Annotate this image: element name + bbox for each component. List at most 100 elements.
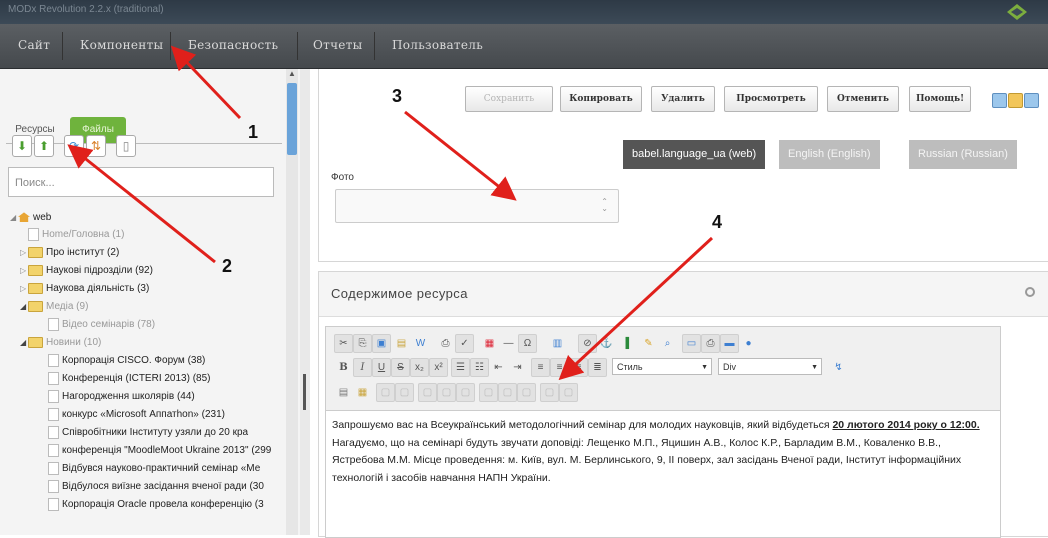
format-painter-icon[interactable]: ↯ — [829, 358, 848, 377]
menu-item-security[interactable]: Безопасность — [188, 38, 278, 52]
view-mode-icon[interactable] — [1024, 93, 1039, 108]
table-visual-icon[interactable]: ▢ — [559, 383, 578, 402]
numbered-list-icon[interactable]: ☷ — [470, 358, 489, 377]
language-tab-ua[interactable]: babel.language_ua (web) — [623, 140, 766, 169]
align-center-icon[interactable]: ≡ — [550, 358, 569, 377]
tree-node[interactable]: Співробітники Інституту узяли до 20 кра — [48, 425, 248, 441]
align-left-icon[interactable]: ≡ — [531, 358, 550, 377]
bullet-list-icon[interactable]: ☰ — [451, 358, 470, 377]
scroll-up-icon[interactable]: ▲ — [287, 69, 297, 81]
tree-node[interactable]: Відео семінарів (78) — [48, 317, 155, 333]
copy-button[interactable]: Копировать — [560, 86, 642, 112]
cancel-button[interactable]: Отменить — [827, 86, 899, 112]
tree-node[interactable]: Відбувся науково-практичний семінар «Ме — [48, 461, 260, 477]
cut-icon[interactable]: ✂ — [334, 334, 353, 353]
tree-node[interactable]: Корпорація CISCO. Форум (38) — [48, 353, 205, 369]
bold-icon[interactable]: B — [334, 358, 353, 377]
style-select[interactable]: Стиль ▼ — [612, 358, 712, 375]
delete-col-icon[interactable]: ▢ — [456, 383, 475, 402]
language-tab-english[interactable]: English (English) — [779, 140, 880, 169]
tree-node[interactable]: ▷ Наукова діяльність (3) — [20, 281, 149, 297]
tree-node[interactable]: ◢ Медіа (9) — [20, 299, 88, 315]
indent-icon[interactable]: ⇥ — [508, 358, 527, 377]
table-icon[interactable]: ▥ — [548, 334, 567, 353]
rich-text-editor[interactable]: ✂ ⎘ ▣ ▤ W ⎙ ✓ ▦ — Ω ▥ ⊘ ⚓ ▐ ✎ ⌕ ▭ ⎙ ▬ ● … — [325, 326, 1001, 538]
view-mode-icon[interactable] — [1008, 93, 1023, 108]
tree-search-input[interactable]: Поиск... — [8, 167, 274, 197]
pencil-icon[interactable]: ✎ — [639, 334, 658, 353]
copy-icon[interactable]: ⎘ — [353, 334, 372, 353]
cell-color-icon[interactable]: ▢ — [517, 383, 536, 402]
tree-node[interactable]: Відбулося виїзне засідання вченої ради (… — [48, 479, 264, 495]
tree-node[interactable]: конференція "MoodleMoot Ukraine 2013" (2… — [48, 443, 271, 459]
link-icon[interactable]: ⚓ — [597, 334, 616, 353]
outdent-icon[interactable]: ⇤ — [489, 358, 508, 377]
menu-item-reports[interactable]: Отчеты — [313, 38, 363, 52]
cell-props-icon[interactable]: ▢ — [376, 383, 395, 402]
language-tab-russian[interactable]: Russian (Russian) — [909, 140, 1017, 169]
menu-item-user[interactable]: Пользователь — [392, 38, 483, 52]
align-right-icon[interactable]: ≡ — [569, 358, 588, 377]
fullscreen-icon[interactable]: ▬ — [720, 334, 739, 353]
italic-icon[interactable]: I — [353, 358, 372, 377]
tree-node[interactable]: конкурс «Microsoft Аппатhon» (231) — [48, 407, 225, 423]
view-mode-icon[interactable] — [992, 93, 1007, 108]
editor-content[interactable]: Запрошуємо вас на Всеукраїнський методол… — [332, 417, 992, 487]
tree-node[interactable]: Нагородження школярів (44) — [48, 389, 195, 405]
underline-icon[interactable]: U — [372, 358, 391, 377]
collapse-tree-button[interactable]: ⬆ — [34, 135, 54, 157]
menu-item-components[interactable]: Компоненты — [80, 38, 163, 52]
align-justify-icon[interactable]: ≣ — [588, 358, 607, 377]
print-icon[interactable]: ⎙ — [436, 334, 455, 353]
menu-item-site[interactable]: Сайт — [18, 38, 50, 52]
merge-cell-icon[interactable]: ▢ — [498, 383, 517, 402]
help-button[interactable]: Помощь! — [909, 86, 971, 112]
panel-splitter[interactable] — [300, 69, 310, 535]
row-props-icon[interactable]: ▦ — [353, 383, 372, 402]
insert-row-icon[interactable]: ▢ — [395, 383, 414, 402]
table-props-icon[interactable]: ▤ — [334, 383, 353, 402]
page-icon — [48, 461, 59, 475]
view-button[interactable]: Просмотреть — [724, 86, 818, 112]
preview-icon[interactable]: ⎙ — [701, 334, 720, 353]
foto-select[interactable]: ⌃ ⌄ — [335, 189, 619, 223]
tree-node[interactable]: ◢ Новини (10) — [20, 335, 101, 351]
search-icon[interactable]: ⌕ — [658, 334, 677, 353]
tree-node[interactable]: ▷ Наукові підрозділи (92) — [20, 263, 153, 279]
delete-row-icon[interactable]: ▢ — [418, 383, 437, 402]
superscript-icon[interactable]: x² — [429, 358, 448, 377]
paste-word-icon[interactable]: W — [411, 334, 430, 353]
table-border-icon[interactable]: ▢ — [540, 383, 559, 402]
save-button[interactable]: Сохранить — [465, 86, 553, 112]
delete-button[interactable]: Удалить — [651, 86, 715, 112]
sort-tree-button[interactable]: ⇅ — [86, 135, 106, 157]
anchor-icon[interactable]: ▐ — [616, 334, 635, 353]
template-icon[interactable]: ▭ — [682, 334, 701, 353]
tree-node[interactable]: Корпорація Oracle провела конференцію (3 — [48, 497, 264, 513]
refresh-tree-button[interactable]: ⟳ — [64, 135, 84, 157]
trash-button[interactable]: ▯ — [116, 135, 136, 157]
tree-node-web[interactable]: ◢ web — [10, 210, 51, 226]
help-icon[interactable]: ● — [739, 334, 758, 353]
special-char-icon[interactable]: Ω — [518, 334, 537, 353]
paste-icon[interactable]: ▣ — [372, 334, 391, 353]
unlink-icon[interactable]: ⊘ — [578, 334, 597, 353]
paste-text-icon[interactable]: ▤ — [392, 334, 411, 353]
split-cell-icon[interactable]: ▢ — [479, 383, 498, 402]
subscript-icon[interactable]: x₂ — [410, 358, 429, 377]
content-header[interactable]: Содержимое ресурса — [319, 272, 1048, 317]
tree-node[interactable]: Home/Головна (1) — [28, 227, 124, 243]
collapse-icon[interactable] — [1025, 287, 1035, 297]
spellcheck-icon[interactable]: ✓ — [455, 334, 474, 353]
insert-col-icon[interactable]: ▢ — [437, 383, 456, 402]
expand-tree-button[interactable]: ⬇ — [12, 135, 32, 157]
tree-scrollbar[interactable]: ▲ — [286, 69, 298, 535]
scrollbar-thumb[interactable] — [287, 83, 297, 155]
tree-node[interactable]: ▷ Про інститут (2) — [20, 245, 119, 261]
home-icon — [18, 212, 30, 223]
tree-node[interactable]: Конференція (ICTERI 2013) (85) — [48, 371, 211, 387]
format-select[interactable]: Div ▼ — [718, 358, 822, 375]
hr-icon[interactable]: — — [499, 334, 518, 353]
image-icon[interactable]: ▦ — [480, 334, 499, 353]
strikethrough-icon[interactable]: S — [391, 358, 410, 377]
